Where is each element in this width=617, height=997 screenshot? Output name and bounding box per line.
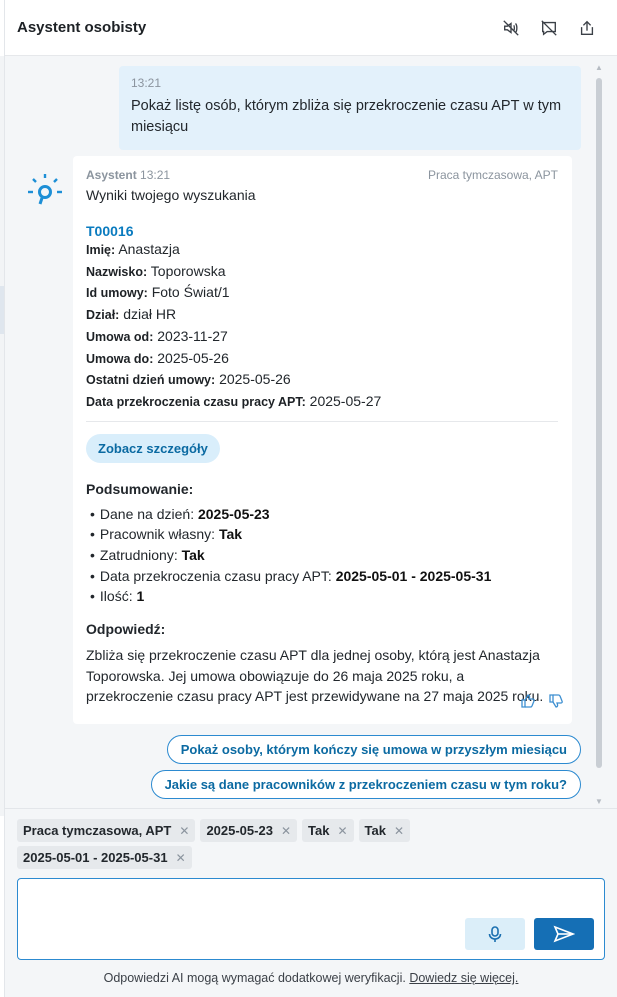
filter-chips: Praca tymczasowa, APT ✕ 2025-05-23 ✕ Tak ✕ Tak… (17, 819, 537, 869)
summary-item: Pracownik własny: Tak (90, 524, 558, 545)
panel-title: Asystent osobisty (17, 19, 147, 36)
ai-disclaimer: Odpowiedzi AI mogą wymagać dodatkowej we… (5, 971, 617, 985)
microphone-icon (488, 926, 502, 942)
remove-chip-icon[interactable]: ✕ (176, 852, 186, 864)
record-field: Dział: dział HR (86, 304, 558, 326)
assistant-name: Asystent (86, 168, 137, 182)
record-field-label: Imię: (86, 243, 116, 257)
remove-chip-icon[interactable]: ✕ (394, 825, 404, 837)
chat-scrollbar[interactable]: ▲ ▼ (595, 64, 603, 806)
record-fields: Imię: Anastazja Nazwisko: Toporowska Id um… (86, 239, 558, 413)
record-field-label: Ostatni dzień umowy: (86, 373, 216, 388)
filter-chip[interactable]: 2025-05-23 ✕ (200, 819, 297, 842)
assistant-message-time: 13:21 (140, 168, 171, 182)
record-field-value: 2025-05-26 (219, 371, 291, 388)
summary-item-value: Tak (181, 547, 205, 564)
thumbs-up-icon[interactable] (520, 693, 536, 714)
remove-chip-icon[interactable]: ✕ (337, 825, 347, 837)
summary-item-value: 1 (136, 588, 145, 605)
filter-chip-label: 2025-05-23 (206, 823, 273, 838)
scroll-thumb[interactable] (596, 78, 602, 768)
user-message: 13:21 Pokaż listę osób, którym zbliża si… (119, 66, 581, 150)
scroll-up-icon[interactable]: ▲ (595, 64, 603, 72)
record-field: Data przekroczenia czasu pracy APT: 2025… (86, 391, 558, 413)
disclaimer-text: Odpowiedzi AI mogą wymagać dodatkowej we… (103, 971, 406, 985)
summary-item-label: Data przekroczenia czasu pracy APT: (99, 567, 336, 584)
record-field-label: Umowa do: (86, 351, 154, 366)
assistant-logo-icon (25, 172, 65, 206)
speaker-mute-icon[interactable] (501, 18, 521, 38)
record-field-value: Toporowska (150, 262, 226, 279)
filter-chip-label: 2025-05-01 - 2025-05-31 (23, 850, 168, 865)
record-field: Umowa od: 2023-11-27 (86, 326, 558, 348)
assistant-message-header: Asystent 13:21 Praca tymczasowa, APT (86, 168, 558, 182)
filter-chip-label: Praca tymczasowa, APT (23, 823, 172, 838)
remove-chip-icon[interactable]: ✕ (179, 825, 189, 837)
suggestion-button-2[interactable]: Jakie są dane pracowników z przekroczeni… (150, 770, 581, 799)
divider (86, 420, 558, 422)
record-field-value: Anastazja (118, 241, 180, 257)
record-field: Ostatni dzień umowy: 2025-05-26 (86, 369, 558, 391)
record-field-label: Id umowy: (86, 286, 148, 301)
record-field: Imię: Anastazja (86, 239, 558, 261)
answer-title: Odpowiedź: (86, 621, 166, 638)
filter-chip-label: Tak (364, 823, 386, 838)
record-id-link[interactable]: T00016 (86, 223, 558, 239)
filter-chip[interactable]: 2025-05-01 - 2025-05-31 ✕ (17, 846, 192, 869)
record-field-value: Foto Świat/1 (151, 284, 230, 301)
scroll-down-icon[interactable]: ▼ (595, 798, 603, 806)
summary-item: Dane na dzień: 2025-05-23 (90, 504, 558, 525)
filter-chip-label: Tak (308, 823, 330, 838)
composer-area: Praca tymczasowa, APT ✕ 2025-05-23 ✕ Tak ✕ Tak… (5, 808, 617, 997)
record-field-label: Nazwisko: (86, 264, 148, 279)
summary-item-value: Tak (218, 526, 243, 543)
record-field-label: Dział: (86, 308, 120, 323)
summary-list: Dane na dzień: 2025-05-23Pracownik własn… (86, 504, 558, 608)
comment-off-icon[interactable] (539, 18, 559, 38)
header-tools (501, 18, 597, 38)
chat-area[interactable]: ▲ ▼ 13:21 Pokaż listę osób, którym zbliż… (5, 56, 617, 808)
assistant-message: Asystent 13:21 Praca tymczasowa, APT Wyn… (73, 156, 572, 724)
filter-chip[interactable]: Tak ✕ (358, 819, 410, 842)
summary-title: Podsumowanie: (86, 480, 194, 497)
record-field: Id umowy: Foto Świat/1 (86, 282, 558, 304)
see-details-button[interactable]: Zobacz szczegóły (86, 433, 220, 463)
record-field-value: 2025-05-27 (309, 392, 382, 409)
summary-item: Ilość: 1 (90, 586, 558, 607)
record-field: Nazwisko: Toporowska (86, 261, 558, 283)
results-intro: Wyniki twojego wyszukania (86, 187, 256, 203)
filter-chip[interactable]: Praca tymczasowa, APT ✕ (17, 819, 196, 842)
feedback-buttons (520, 693, 564, 714)
record-field-label: Data przekroczenia czasu pracy APT: (86, 394, 306, 409)
record-field-label: Umowa od: (86, 329, 154, 344)
suggestion-button-1[interactable]: Pokaż osoby, którym kończy się umowa w p… (166, 735, 581, 764)
remove-chip-icon[interactable]: ✕ (281, 825, 291, 837)
send-icon (553, 925, 575, 943)
assistant-context: Praca tymczasowa, APT (427, 168, 558, 182)
message-input[interactable] (17, 878, 605, 960)
microphone-button[interactable] (465, 918, 525, 950)
summary-item-label: Dane na dzień: (99, 505, 198, 522)
summary-item: Zatrudniony: Tak (90, 545, 558, 566)
send-button[interactable] (534, 918, 594, 950)
share-icon[interactable] (577, 18, 597, 38)
learn-more-link[interactable]: Dowiedz się więcej. (409, 971, 518, 985)
user-message-time: 13:21 (131, 76, 162, 90)
summary-item: Data przekroczenia czasu pracy APT: 2025… (90, 566, 558, 587)
summary-item-label: Pracownik własny: (99, 526, 219, 543)
summary-item-label: Ilość: (99, 588, 137, 605)
summary-item-label: Zatrudniony: (99, 547, 182, 564)
user-message-text: Pokaż listę osób, którym zbliża się prze… (131, 98, 562, 135)
panel-header: Asystent osobisty (5, 0, 617, 56)
record-field-value: 2023-11-27 (157, 327, 228, 344)
assistant-panel: Asystent osobisty ▲ ▼ 13:21 Pokaż listę … (4, 0, 617, 997)
record-field-value: dział HR (123, 306, 177, 323)
thumbs-down-icon[interactable] (548, 693, 564, 714)
summary-item-value: 2025-05-01 - 2025-05-31 (335, 567, 492, 584)
filter-chip[interactable]: Tak ✕ (302, 819, 354, 842)
answer-text: Zbliża się przekroczenie czasu APT dla j… (86, 647, 544, 705)
summary-item-value: 2025-05-23 (197, 505, 270, 522)
record-field-value: 2025-05-26 (157, 349, 229, 366)
record-field: Umowa do: 2025-05-26 (86, 348, 558, 370)
